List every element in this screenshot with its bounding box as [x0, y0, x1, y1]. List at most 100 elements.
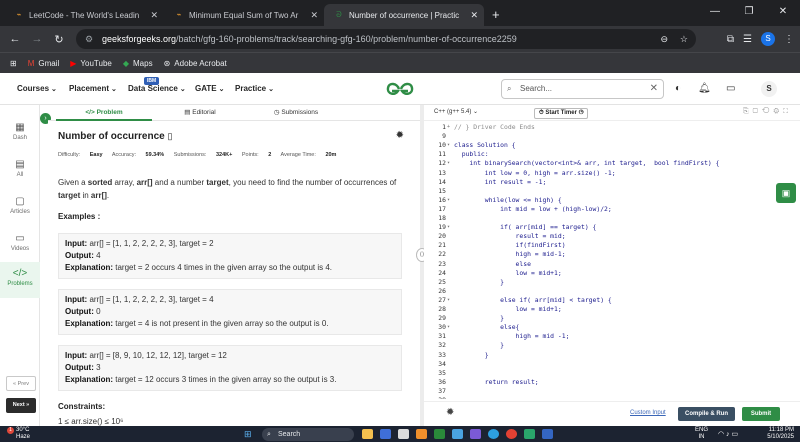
editor-tools[interactable]: ⎘▢⟲⚙⛶ — [743, 108, 792, 116]
menu-placement[interactable]: Placement ⌄ — [69, 73, 117, 105]
fold-icon[interactable]: ▾ — [447, 223, 452, 232]
notification-bell-icon[interactable]: 🔔︎ — [698, 79, 711, 99]
app-icon[interactable] — [542, 429, 553, 439]
code-line[interactable]: 37 — [424, 387, 800, 396]
code-line[interactable]: 23 else — [424, 260, 800, 269]
bookmark-maps[interactable]: ◆ Maps — [123, 59, 153, 68]
fold-icon[interactable]: + — [447, 123, 452, 132]
code-line[interactable]: 19 ▾ if( arr[mid] == target) { — [424, 223, 800, 232]
code-line[interactable]: 1 +// } Driver Code Ends — [424, 123, 800, 132]
weather-widget[interactable]: 1 30°C Haze — [7, 427, 30, 441]
clear-icon[interactable]: ✕ — [650, 80, 658, 98]
code-line[interactable]: 17 int mid = low + (high-low)/2; — [424, 205, 800, 214]
settings-gear-icon[interactable]: ✹ — [446, 407, 454, 418]
tab-editorial[interactable]: ▤ Editorial — [152, 105, 248, 121]
app-icon[interactable] — [398, 429, 409, 439]
window-close-icon[interactable]: ✕ — [766, 0, 800, 26]
code-line[interactable]: 29 } — [424, 314, 800, 323]
bookmarks-icon[interactable]: ▭ — [726, 79, 735, 99]
avatar[interactable]: S — [761, 81, 777, 97]
bookmark-star-icon[interactable]: ☆ — [680, 29, 688, 49]
profile-avatar[interactable]: S — [761, 32, 775, 46]
fold-icon[interactable]: ▾ — [447, 196, 452, 205]
code-line[interactable]: 31 high = mid -1; — [424, 332, 800, 341]
chrome-icon[interactable] — [506, 429, 517, 439]
apps-icon[interactable]: ⊞ — [10, 59, 17, 68]
fold-icon[interactable]: ▾ — [447, 159, 452, 168]
clock[interactable]: 11:18 PM 5/10/2025 — [767, 427, 794, 441]
back-icon[interactable]: ← — [4, 33, 26, 45]
bookmark-acrobat[interactable]: ⊛ Adobe Acrobat — [164, 59, 227, 68]
code-line[interactable]: 16 ▾ while(low <= high) { — [424, 196, 800, 205]
code-line[interactable]: 10 ▾ class Solution { — [424, 141, 800, 150]
bookmark-gmail[interactable]: M Gmail — [28, 59, 60, 68]
sidebar-item-dash[interactable]: ▦ Dash — [0, 122, 40, 141]
code-line[interactable]: 38 — [424, 396, 800, 399]
code-line[interactable]: 26 — [424, 287, 800, 296]
forward-icon[interactable]: → — [26, 33, 48, 45]
windows-start-icon[interactable]: ⊞ — [244, 429, 252, 440]
language-indicator[interactable]: ENG IN — [695, 427, 708, 441]
app-icon[interactable] — [524, 429, 535, 439]
browser-tab-leetcode[interactable]: ⌁ LeetCode - The World's Leadin ✕ — [4, 4, 164, 26]
tab-problem[interactable]: </> Problem — [56, 105, 152, 121]
code-line[interactable]: 34 — [424, 360, 800, 369]
code-line[interactable]: 14 int result = -1; — [424, 178, 800, 187]
extensions-icon[interactable]: ⧉ — [727, 34, 734, 45]
code-line[interactable]: 35 — [424, 369, 800, 378]
app-icon[interactable] — [434, 429, 445, 439]
code-line[interactable]: 11 public: — [424, 150, 800, 159]
next-button[interactable]: Next » — [6, 398, 36, 413]
code-line[interactable]: 20 result = mid; — [424, 232, 800, 241]
code-line[interactable]: 25 } — [424, 278, 800, 287]
new-tab-icon[interactable]: + — [492, 4, 500, 26]
code-line[interactable]: 24 low = mid+1; — [424, 269, 800, 278]
fold-icon[interactable]: ▾ — [447, 323, 452, 332]
app-icon[interactable] — [470, 429, 481, 439]
code-area[interactable]: 1 +// } Driver Code Ends 9 10 ▾ class Solutio… — [424, 123, 800, 399]
custom-input-link[interactable]: Custom Input — [630, 410, 666, 416]
code-line[interactable]: 22 high = mid-1; — [424, 250, 800, 259]
site-info-icon[interactable]: ⚙ — [85, 29, 93, 49]
close-icon[interactable]: ✕ — [470, 10, 478, 21]
close-icon[interactable]: ✕ — [310, 10, 318, 21]
chrome-menu-icon[interactable]: ⋮ — [784, 34, 794, 45]
theme-toggle-icon[interactable]: ◐ — [675, 79, 681, 99]
gfg-logo-icon[interactable] — [385, 78, 415, 100]
menu-courses[interactable]: Courses ⌄ — [17, 73, 57, 105]
sidebar-item-articles[interactable]: ▢ Articles — [0, 196, 40, 215]
code-line[interactable]: 15 — [424, 187, 800, 196]
browser-tab-number-of-occurrence[interactable]: ᘐ Number of occurrence | Practic ✕ — [324, 4, 484, 26]
code-line[interactable]: 27 ▾ else if( arr[mid] < target) { — [424, 296, 800, 305]
sidebar-item-problems[interactable]: </> Problems — [0, 262, 40, 298]
edge-icon[interactable] — [488, 429, 499, 439]
bookmark-youtube[interactable]: ▶ YouTube — [70, 59, 112, 68]
language-select[interactable]: C++ (g++ 5.4) ⌄ — [434, 108, 478, 115]
prev-button[interactable]: « Prev — [6, 376, 36, 391]
code-line[interactable]: 13 int low = 0, high = arr.size() -1; — [424, 169, 800, 178]
submit-button[interactable]: Submit — [742, 407, 780, 421]
start-timer-button[interactable]: ⏱ Start Timer ◷ — [534, 108, 589, 119]
close-icon[interactable]: ✕ — [150, 10, 158, 21]
zoom-icon[interactable]: ⊖ — [660, 29, 668, 49]
sidebar-item-videos[interactable]: ▭ Videos — [0, 233, 40, 252]
code-line[interactable]: 12 ▾ int binarySearch(vector<int>& arr, i… — [424, 159, 800, 168]
code-line[interactable]: 32 } — [424, 341, 800, 350]
report-bug-icon[interactable]: ✹ — [396, 130, 404, 141]
code-line[interactable]: 21 if(findFirst) — [424, 241, 800, 250]
bookmark-icon[interactable]: ▯ — [167, 131, 172, 141]
code-line[interactable]: 18 — [424, 214, 800, 223]
app-icon[interactable] — [416, 429, 427, 439]
code-line[interactable]: 36 return result; — [424, 378, 800, 387]
browser-tab-minimum-equal-sum[interactable]: ⌁ Minimum Equal Sum of Two Ar ✕ — [164, 4, 324, 26]
code-line[interactable]: 30 ▾ else{ — [424, 323, 800, 332]
code-line[interactable]: 28 low = mid+1; — [424, 305, 800, 314]
code-line[interactable]: 33 } — [424, 351, 800, 360]
chat-icon[interactable]: ▣ — [776, 183, 796, 203]
search-input[interactable]: ⌕ Search... ✕ — [501, 79, 664, 99]
tab-submissions[interactable]: ◷ Submissions — [248, 105, 344, 121]
compile-run-button[interactable]: Compile & Run — [678, 407, 735, 421]
url-bar[interactable]: ⚙ geeksforgeeks.org/batch/gfg-160-proble… — [76, 29, 696, 49]
app-icon[interactable] — [380, 429, 391, 439]
file-explorer-icon[interactable] — [362, 429, 373, 439]
